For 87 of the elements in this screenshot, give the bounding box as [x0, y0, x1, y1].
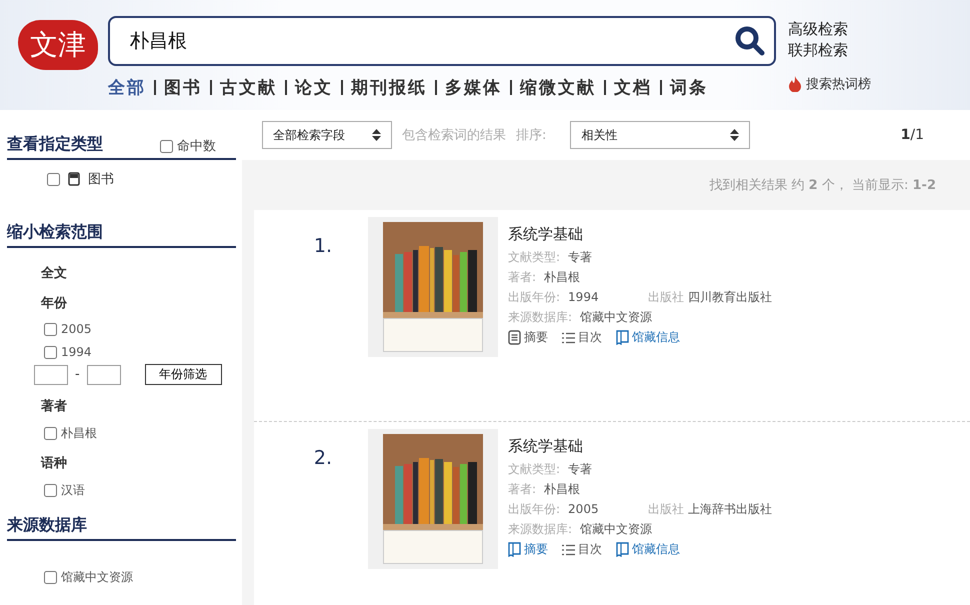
book-icon: [616, 542, 629, 557]
search-link[interactable]: 高级检索: [788, 19, 871, 40]
category-tab[interactable]: 期刊报纸: [351, 76, 427, 99]
filter-checkbox[interactable]: [44, 346, 57, 358]
action-link[interactable]: 摘要: [508, 541, 548, 558]
field-label: 出版社: [648, 501, 684, 518]
checkbox-label: 汉语: [61, 482, 85, 499]
section-title: 查看指定类型: [7, 134, 103, 155]
checkbox-label: 朴昌根: [61, 425, 97, 442]
source-checkbox[interactable]: [44, 571, 57, 584]
action-link[interactable]: 目次: [562, 329, 602, 346]
checkbox-label: 馆藏中文资源: [61, 569, 133, 586]
action-link[interactable]: 馆藏信息: [616, 541, 680, 558]
book-icon: [508, 542, 521, 557]
sort-caret-icon: [372, 129, 381, 141]
checkbox-label: 2005: [61, 322, 92, 336]
field-value: 上海辞书出版社: [688, 501, 772, 518]
list-icon: [562, 332, 575, 344]
hot-words-link[interactable]: 搜索热词榜: [788, 75, 871, 93]
category-tab[interactable]: 多媒体: [445, 76, 502, 99]
search-icon[interactable]: [734, 25, 766, 57]
action-link[interactable]: 馆藏信息: [616, 329, 680, 346]
book-icon: [616, 330, 629, 345]
search-bar[interactable]: 朴昌根: [108, 16, 776, 66]
category-tab[interactable]: 词条: [670, 76, 708, 99]
field-value: 专著: [568, 461, 592, 478]
year-from-field[interactable]: [34, 364, 68, 384]
field-label: 来源数据库:: [508, 521, 572, 538]
document-icon: [508, 330, 521, 345]
checkbox-label: 1994: [61, 345, 92, 359]
filter-checkbox[interactable]: [44, 427, 57, 440]
action-link[interactable]: 摘要: [508, 329, 548, 346]
result-summary: 找到相关结果 约 2 个， 当前显示: 1-2: [709, 177, 936, 194]
result-number: 1.: [312, 234, 334, 259]
range-separator: -: [75, 367, 80, 382]
result-title[interactable]: 系统学基础: [508, 437, 772, 456]
logo[interactable]: 文津: [18, 20, 98, 70]
filter-group-title: 年份: [40, 295, 68, 312]
action-link[interactable]: 目次: [562, 541, 602, 558]
field-label: 出版年份:: [508, 289, 560, 306]
field-select[interactable]: 全部检索字段: [262, 121, 392, 149]
filter-group-title: 语种: [40, 455, 68, 472]
flame-icon: [788, 76, 802, 92]
field-value: 馆藏中文资源: [580, 309, 652, 326]
filter-group-title: 全文: [40, 264, 68, 282]
field-value: 专著: [568, 249, 592, 266]
result-number: 2.: [312, 446, 334, 471]
result-title[interactable]: 系统学基础: [508, 225, 772, 244]
field-value: 朴昌根: [544, 481, 580, 498]
search-link[interactable]: 联邦检索: [788, 40, 871, 61]
list-icon: [562, 544, 575, 556]
year-filter-button[interactable]: 年份筛选: [144, 364, 222, 385]
field-value: 四川教育出版社: [688, 289, 772, 306]
field-label: 来源数据库:: [508, 309, 572, 326]
field-label: 著者:: [508, 269, 536, 286]
hit-count-checkbox[interactable]: [160, 140, 173, 152]
category-tab[interactable]: 古文献: [220, 76, 277, 99]
field-value: 1994: [568, 289, 600, 306]
field-value: 朴昌根: [544, 269, 580, 286]
category-tab[interactable]: 论文: [295, 76, 333, 99]
filter-checkbox[interactable]: [44, 322, 57, 336]
category-tab[interactable]: 图书: [164, 76, 202, 99]
category-tab[interactable]: 文档: [614, 76, 652, 99]
field-label: 出版社: [648, 289, 684, 306]
filter-group-title: 著者: [40, 398, 68, 415]
type-label: 图书: [88, 171, 114, 188]
checkbox-label: 命中数: [177, 138, 216, 155]
year-to-field[interactable]: [86, 364, 121, 384]
hint-text: 包含检索词的结果: [402, 127, 506, 144]
field-label: 文献类型:: [508, 461, 560, 478]
field-value: 馆藏中文资源: [580, 521, 652, 538]
page-indicator: 1/1: [900, 127, 924, 143]
section-title: 缩小检索范围: [7, 222, 103, 243]
filter-checkbox[interactable]: [44, 484, 57, 497]
sort-label: 排序:: [516, 127, 546, 144]
field-label: 出版年份:: [508, 501, 560, 518]
sort-caret-icon: [730, 129, 740, 141]
section-title: 来源数据库: [7, 515, 87, 536]
field-label: 文献类型:: [508, 249, 560, 266]
category-tab[interactable]: 全部: [108, 76, 146, 99]
type-checkbox[interactable]: [47, 172, 60, 186]
field-label: 著者:: [508, 481, 536, 498]
category-tab[interactable]: 缩微文献: [520, 76, 596, 99]
book-icon: [68, 172, 80, 186]
sort-select[interactable]: 相关性: [570, 121, 750, 149]
search-field[interactable]: 朴昌根: [128, 29, 734, 53]
field-value: 2005: [568, 501, 600, 518]
